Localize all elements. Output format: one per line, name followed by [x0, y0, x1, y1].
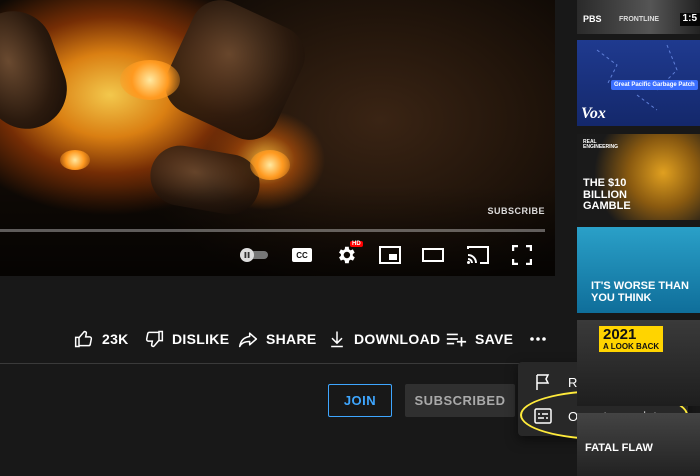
dislike-label: DISLIKE	[172, 331, 230, 347]
related-video-thumbnail[interactable]: 2021 A LOOK BACK	[577, 320, 700, 406]
video-actions: 23K DISLIKE SHARE DOWNLOAD SAVE	[0, 320, 560, 358]
thumbnail-title: THE $10 BILLION GAMBLE	[583, 177, 631, 213]
player-controls: CC HD	[0, 240, 555, 270]
fullscreen-icon	[512, 245, 532, 265]
related-videos-sidebar: PBS FRONTLINE 1:5 Great Pacific Garbage …	[577, 0, 700, 476]
cast-icon	[467, 246, 489, 264]
autoplay-toggle-icon	[240, 248, 268, 262]
gear-icon	[339, 246, 355, 264]
fullscreen-button[interactable]	[509, 240, 535, 270]
autoplay-toggle[interactable]	[236, 240, 272, 270]
thumbs-down-icon	[145, 330, 164, 348]
video-frame-ember	[60, 150, 90, 170]
dislike-button[interactable]: DISLIKE	[144, 320, 229, 358]
vox-logo: Vox	[581, 105, 606, 122]
thumbnail-caption: Great Pacific Garbage Patch	[611, 80, 698, 91]
theater-mode-button[interactable]	[420, 240, 446, 270]
playlist-add-icon	[446, 333, 467, 347]
related-video-thumbnail[interactable]: REAL ENGINEERING THE $10 BILLION GAMBLE	[577, 134, 700, 220]
pbs-logo: PBS	[583, 14, 602, 24]
share-button[interactable]: SHARE	[238, 320, 317, 358]
video-player[interactable]: SUBSCRIBE CC HD	[0, 0, 555, 276]
download-button[interactable]: DOWNLOAD	[328, 320, 440, 358]
thumbnail-title: 2021 A LOOK BACK	[599, 326, 664, 353]
cast-button[interactable]	[464, 240, 492, 270]
related-video-thumbnail[interactable]: Great Pacific Garbage Patch Vox	[577, 40, 700, 126]
share-label: SHARE	[266, 331, 317, 347]
like-button[interactable]: 23K	[74, 320, 129, 358]
frontline-logo: FRONTLINE	[619, 16, 660, 23]
more-horizontal-icon	[530, 337, 546, 341]
thumbs-up-icon	[74, 330, 93, 348]
more-actions-button[interactable]	[527, 320, 549, 358]
real-engineering-logo: REAL ENGINEERING	[583, 139, 619, 151]
theater-mode-icon	[422, 248, 444, 262]
captions-icon: CC	[292, 248, 312, 262]
like-count: 23K	[102, 331, 129, 347]
miniplayer-icon	[379, 246, 401, 264]
hd-badge: HD	[350, 241, 363, 247]
video-frame-log	[0, 0, 79, 141]
thumbnail-title: FATAL FLAW	[585, 442, 653, 454]
join-button[interactable]: JOIN	[328, 384, 392, 417]
miniplayer-button[interactable]	[377, 240, 403, 270]
save-label: SAVE	[475, 331, 514, 347]
download-icon	[331, 331, 343, 348]
related-video-thumbnail[interactable]: PBS FRONTLINE 1:5	[577, 0, 700, 34]
share-icon	[238, 332, 258, 348]
section-divider	[0, 363, 555, 364]
subscribed-button[interactable]: SUBSCRIBED	[405, 384, 515, 417]
video-frame-ember	[250, 150, 290, 180]
flag-icon	[518, 373, 568, 391]
transcript-icon	[518, 408, 568, 424]
save-button[interactable]: SAVE	[445, 320, 513, 358]
thumbnail-title: IT'S WORSE THAN YOU THINK	[591, 280, 689, 304]
captions-button[interactable]: CC	[289, 240, 315, 270]
related-video-thumbnail[interactable]: FATAL FLAW	[577, 413, 700, 476]
video-duration: 1:5	[679, 13, 700, 26]
settings-button[interactable]: HD	[333, 240, 363, 270]
related-video-thumbnail[interactable]: IT'S WORSE THAN YOU THINK	[577, 227, 700, 313]
download-label: DOWNLOAD	[354, 331, 441, 347]
video-frame-ember	[120, 60, 180, 100]
progress-bar[interactable]	[0, 229, 545, 232]
subscribe-watermark[interactable]: SUBSCRIBE	[487, 206, 545, 216]
